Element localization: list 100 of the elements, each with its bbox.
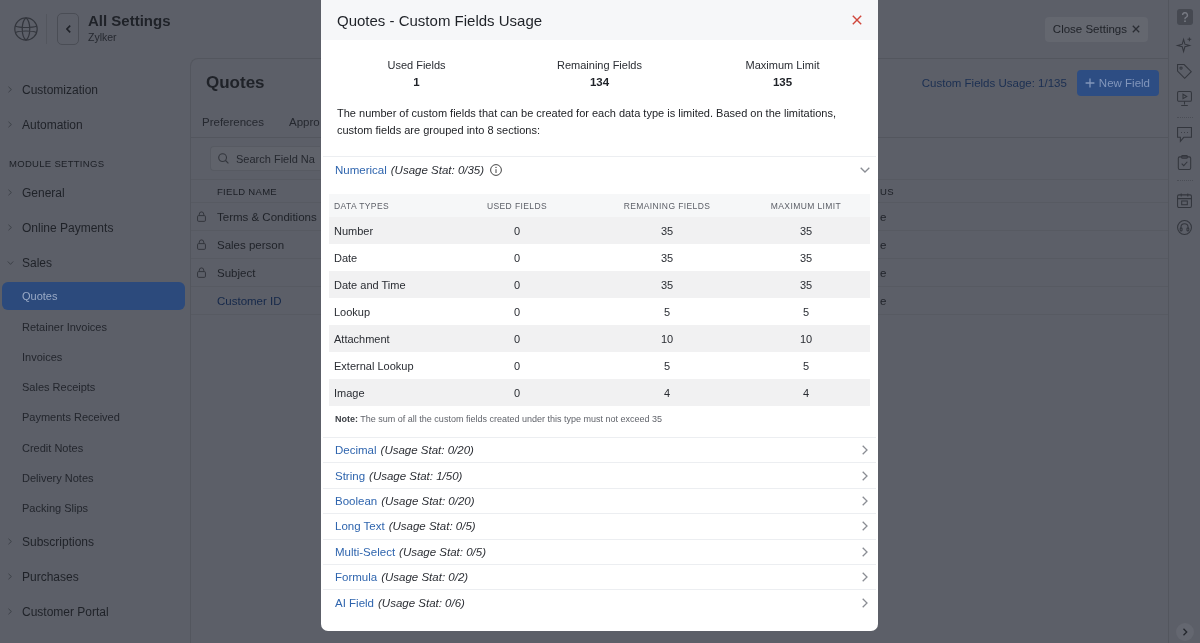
sidebar-item[interactable]: Packing Slips bbox=[2, 494, 185, 522]
table-cell: 4 bbox=[663, 386, 671, 399]
new-field-button[interactable]: New Field bbox=[1076, 69, 1159, 96]
table-cell: 10 bbox=[660, 332, 674, 345]
settings-title: All Settings bbox=[88, 12, 171, 30]
description-text: The number of custom fields that can be created for each data type is limited. Based on the limitations, custom fields are grouped into 8 sections: bbox=[336, 106, 837, 138]
sidebar-item[interactable]: Automation bbox=[0, 107, 190, 142]
table-cell: 0 bbox=[513, 359, 521, 372]
table-cell: Date and Time bbox=[334, 278, 406, 291]
table-cell: Terms & Conditions bbox=[217, 210, 317, 223]
headset-icon[interactable] bbox=[1177, 220, 1192, 235]
table-cell: 5 bbox=[663, 359, 671, 372]
stat-label: Maximum Limit bbox=[745, 58, 820, 72]
table-cell: Date bbox=[334, 251, 358, 264]
table-cell: 35 bbox=[660, 224, 674, 237]
sidebar-item[interactable]: Online Payments bbox=[0, 210, 190, 245]
search-icon bbox=[218, 153, 229, 164]
column-header: US bbox=[880, 185, 894, 197]
table-cell: e bbox=[880, 294, 887, 307]
section-header[interactable]: AI Field (Usage Stat: 0/6) bbox=[323, 590, 876, 615]
column-header: REMAINING FIELDS bbox=[623, 200, 711, 211]
table-cell: Sales person bbox=[217, 238, 285, 251]
tab[interactable]: Preferences bbox=[202, 115, 264, 137]
sidebar-item[interactable]: Payments Received bbox=[2, 403, 185, 432]
table-cell: Number bbox=[334, 224, 374, 237]
tab[interactable]: Appro bbox=[289, 115, 320, 137]
field-link[interactable]: Customer ID bbox=[217, 294, 282, 307]
table-cell: 4 bbox=[802, 386, 810, 399]
usage-link[interactable]: Custom Fields Usage: 1/135 bbox=[921, 76, 1067, 89]
table-cell: 35 bbox=[799, 224, 813, 237]
sidebar-item[interactable]: Subscriptions bbox=[0, 524, 190, 560]
monitor-play-icon[interactable] bbox=[1177, 91, 1192, 106]
info-icon bbox=[490, 163, 503, 176]
dialog-title: Quotes - Custom Fields Usage bbox=[337, 11, 543, 29]
sidebar-item[interactable]: Sales bbox=[0, 245, 190, 280]
table-cell: 5 bbox=[663, 305, 671, 318]
table-cell: 0 bbox=[513, 278, 521, 291]
stat-value: 1 bbox=[413, 75, 420, 89]
table-cell: 0 bbox=[513, 305, 521, 318]
column-header: DATA TYPES bbox=[334, 200, 390, 211]
chevron-circle-icon[interactable] bbox=[1175, 623, 1194, 641]
sidebar-item[interactable]: Sales Receipts bbox=[2, 373, 185, 401]
table-cell: e bbox=[880, 238, 887, 251]
chevron-left-icon bbox=[65, 25, 71, 33]
sidebar-item[interactable]: Purchases bbox=[0, 559, 190, 595]
sidebar-item[interactable]: Delivery Notes bbox=[2, 463, 185, 492]
section-header[interactable]: Decimal (Usage Stat: 0/20) bbox=[323, 438, 876, 463]
page-title: Quotes bbox=[206, 72, 265, 93]
close-icon[interactable] bbox=[852, 15, 862, 25]
table-cell: 5 bbox=[802, 359, 810, 372]
table-cell: 35 bbox=[660, 251, 674, 264]
search-field[interactable]: Search Field Na bbox=[210, 146, 320, 171]
sidebar-item[interactable]: Credit Notes bbox=[2, 433, 185, 462]
table-cell: 0 bbox=[513, 386, 521, 399]
lock-icon bbox=[197, 267, 206, 278]
sidebar-item[interactable]: Quotes bbox=[2, 282, 185, 311]
sidebar-item[interactable]: Invoices bbox=[2, 342, 185, 371]
table-cell: Image bbox=[334, 386, 365, 399]
help-icon[interactable] bbox=[1176, 9, 1193, 25]
globe-icon[interactable] bbox=[14, 17, 38, 41]
section-header[interactable]: Numerical (Usage Stat: 0/35) bbox=[323, 157, 876, 182]
tag-icon[interactable] bbox=[1177, 64, 1192, 79]
section-header[interactable]: Multi-Select (Usage Stat: 0/5) bbox=[323, 539, 876, 564]
chat-icon[interactable] bbox=[1177, 127, 1192, 142]
lock-icon bbox=[197, 211, 206, 222]
stat-label: Remaining Fields bbox=[557, 58, 642, 72]
table-cell: 10 bbox=[799, 332, 813, 345]
back-button[interactable] bbox=[57, 13, 79, 45]
section-header[interactable]: Formula (Usage Stat: 0/2) bbox=[323, 564, 876, 590]
section-heading: MODULE SETTINGS bbox=[8, 157, 106, 171]
sidebar-item[interactable]: Retainer Invoices bbox=[2, 312, 185, 341]
close-settings-button[interactable]: Close Settings bbox=[1044, 16, 1148, 42]
note-text: Note: The sum of all the custom fields created under this type must not exceed 35 bbox=[334, 413, 663, 426]
section-header[interactable]: String (Usage Stat: 1/50) bbox=[323, 463, 876, 488]
table-cell: e bbox=[880, 210, 887, 223]
table-cell: External Lookup bbox=[334, 359, 414, 372]
column-header: USED FIELDS bbox=[486, 200, 548, 211]
section-header[interactable]: Long Text (Usage Stat: 0/5) bbox=[323, 514, 876, 539]
stat-label: Used Fields bbox=[387, 58, 446, 72]
plus-icon bbox=[1084, 77, 1095, 88]
table-cell: Attachment bbox=[334, 332, 390, 345]
sparkle-icon[interactable] bbox=[1177, 37, 1192, 52]
table-cell: Subject bbox=[217, 266, 256, 279]
table-cell: 5 bbox=[802, 305, 810, 318]
table-cell: 35 bbox=[660, 278, 674, 291]
table-cell: 35 bbox=[799, 278, 813, 291]
table-cell: 0 bbox=[513, 251, 521, 264]
table-cell: 0 bbox=[513, 332, 521, 345]
table-cell: 0 bbox=[513, 224, 521, 237]
sidebar-item[interactable]: Customer Portal bbox=[0, 594, 190, 630]
table-cell: Lookup bbox=[334, 305, 371, 318]
calendar-icon[interactable] bbox=[1177, 193, 1192, 208]
section-header[interactable]: Boolean (Usage Stat: 0/20) bbox=[323, 488, 876, 514]
table-cell: e bbox=[880, 266, 887, 279]
sidebar-item[interactable]: General bbox=[0, 175, 190, 210]
stat-value: 134 bbox=[589, 75, 610, 89]
column-header: MAXIMUM LIMIT bbox=[770, 200, 842, 211]
column-header: FIELD NAME bbox=[217, 185, 277, 197]
sidebar-item[interactable]: Customization bbox=[0, 72, 190, 107]
clipboard-check-icon[interactable] bbox=[1177, 155, 1192, 170]
